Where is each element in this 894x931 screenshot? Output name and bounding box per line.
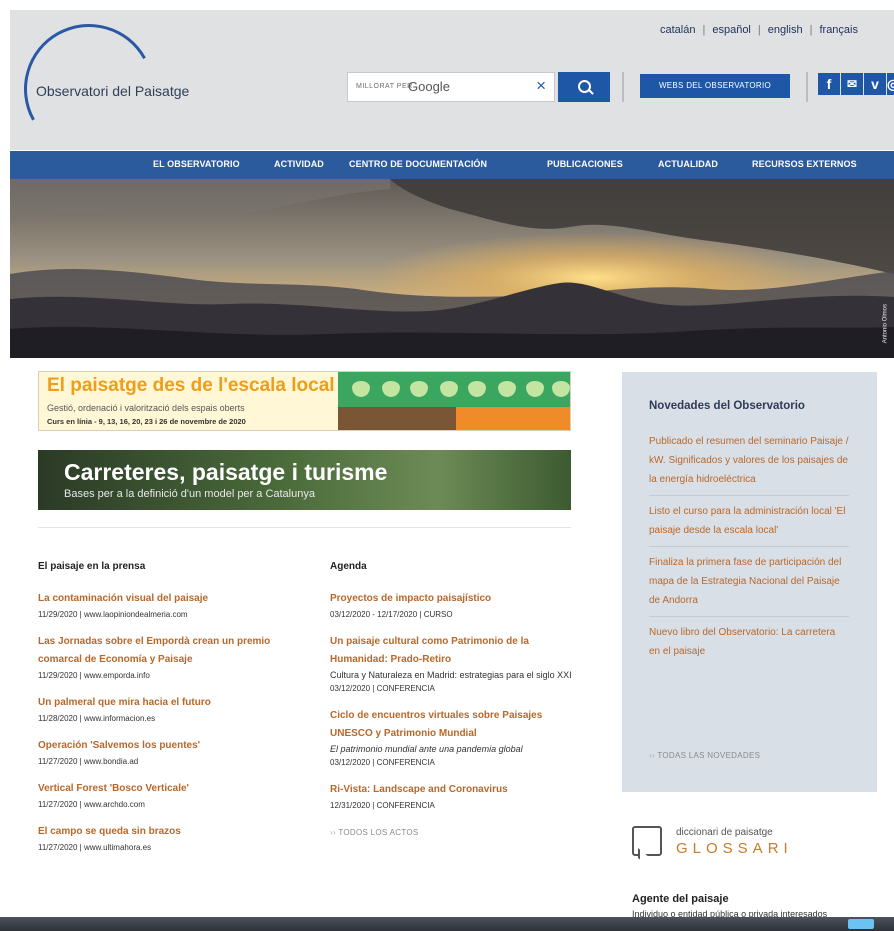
news-list: Publicado el resumen del seminario Paisa… [649,426,849,667]
agenda-item-meta: 03/12/2020 | CONFERENCIA [330,684,435,693]
vimeo-icon[interactable]: v [864,73,886,95]
divider [38,527,571,528]
glossary-caption: diccionari de paisatge [676,827,773,838]
close-icon[interactable]: × [536,76,546,96]
banner-subtitle: Bases per a la definició d'un model per … [64,488,315,500]
all-events-link[interactable]: TODOS LOS ACTOS [330,828,575,837]
lang-catalan[interactable]: catalán [660,24,695,36]
list-item: Proyectos de impacto paisajístico 03/12/… [330,590,575,621]
webs-observatorio-button[interactable]: WEBS DEL OBSERVATORIO [640,74,790,98]
search-button[interactable] [558,72,610,102]
list-item: Ciclo de encuentros virtuales sobre Pais… [330,707,575,769]
list-item: Las Jornadas sobre el Empordà crean un p… [38,633,273,682]
instagram-icon[interactable]: ◎ [887,73,894,95]
news-sidebar: Novedades del Observatorio Publicado el … [622,372,877,792]
list-item: Un paisaje cultural como Patrimonio de l… [330,633,575,695]
news-item[interactable]: Listo el curso para la administración lo… [649,496,849,547]
site-header: Observatori del Paisatge catalán | español… [8,8,894,170]
scroll-thumb[interactable] [848,919,874,929]
press-item-meta: 11/29/2020 | www.laopiniondealmeria.com [38,610,188,619]
all-news-link[interactable]: TODAS LAS NOVEDADES [649,751,760,760]
sidebar-title: Novedades del Observatorio [649,400,805,412]
agenda-item-meta: 12/31/2020 | CONFERENCIA [330,801,435,810]
press-item-title[interactable]: La contaminación visual del paisaje [38,590,273,608]
news-item[interactable]: Finaliza la primera fase de participació… [649,547,849,617]
nav-recursos-externos[interactable]: RECURSOS EXTERNOS [752,159,857,169]
banner-carreteres[interactable]: Carreteres, paisatge i turisme Bases per… [38,450,571,510]
glossary-term-title[interactable]: Agente del paisaje [632,893,729,905]
banner-subtitle: Gestió, ordenació i valorització dels es… [47,403,245,413]
press-item-title[interactable]: Un palmeral que mira hacia el futuro [38,694,273,712]
list-item: Ri-Vista: Landscape and Coronavirus 12/3… [330,781,575,812]
agenda-item-title[interactable]: Un paisaje cultural como Patrimonio de l… [330,633,575,669]
press-item-meta: 11/27/2020 | www.archdo.com [38,800,145,809]
divider [622,72,624,102]
list-item: El campo se queda sin brazos 11/27/2020 … [38,823,273,854]
lang-francais[interactable]: français [819,24,858,36]
agenda-item-desc: El patrimonio mundial ante una pandemia … [330,744,523,754]
nav-el-observatorio[interactable]: EL OBSERVATORIO [153,159,240,169]
glossary-link[interactable]: diccionari de paisatge GLOSSARI [632,823,882,869]
speech-bubble-icon [632,826,662,856]
agenda-item-title[interactable]: Proyectos de impacto paisajístico [330,590,575,608]
language-selector: catalán | español | english | français [660,24,858,36]
section-title: El paisaje en la prensa [38,561,146,572]
banner-dates: Curs en línia - 9, 13, 16, 20, 23 i 26 d… [47,417,246,426]
agenda-item-title[interactable]: Ciclo de encuentros virtuales sobre Pais… [330,707,575,743]
divider [806,72,808,102]
banner-illustration [338,372,570,430]
agenda-item-meta: 03/12/2020 | CONFERENCIA [330,758,435,767]
press-item-title[interactable]: Operación 'Salvemos los puentes' [38,737,273,755]
email-icon[interactable]: ✉ [841,73,863,95]
nav-actualidad[interactable]: ACTUALIDAD [658,159,718,169]
press-item-title[interactable]: Vertical Forest 'Bosco Verticale' [38,780,273,798]
news-item[interactable]: Nuevo libro del Observatorio: La carrete… [649,617,849,667]
banner-escala-local[interactable]: El paisatge des de l'escala local Gestió… [38,371,571,431]
mountain-landscape-image [10,179,894,358]
press-item-meta: 11/27/2020 | www.bondia.ad [38,757,139,766]
agenda-item-title[interactable]: Ri-Vista: Landscape and Coronavirus [330,781,575,799]
press-section: El paisaje en la prensa La contaminación… [38,561,273,866]
facebook-icon[interactable]: f [818,73,840,95]
lang-english[interactable]: english [768,24,803,36]
press-item-title[interactable]: El campo se queda sin brazos [38,823,273,841]
glossary-title: GLOSSARI [676,840,793,857]
list-item: Operación 'Salvemos los puentes' 11/27/2… [38,737,273,768]
search-prefix: MILLORAT PER [356,83,413,90]
search-input[interactable]: MILLORAT PER Google × [347,72,555,102]
list-item: Vertical Forest 'Bosco Verticale' 11/27/… [38,780,273,811]
nav-centro-documentacion[interactable]: CENTRO DE DOCUMENTACIÓN [349,159,487,169]
press-item-meta: 11/29/2020 | www.emporda.info [38,671,150,680]
list-item: La contaminación visual del paisaje 11/2… [38,590,273,621]
main-nav: EL OBSERVATORIO ACTIVIDAD CENTRO DE DOCU… [10,151,894,179]
hero-image: Antonio Olmos [10,179,894,358]
site-logo[interactable]: Observatori del Paisatge [36,83,189,99]
press-item-meta: 11/27/2020 | www.ultimahora.es [38,843,152,852]
banner-title: El paisatge des de l'escala local [47,375,335,396]
list-item: Un palmeral que mira hacia el futuro 11/… [38,694,273,725]
press-item-meta: 11/28/2020 | www.informacion.es [38,714,156,723]
nav-publicaciones[interactable]: PUBLICACIONES [547,159,623,169]
banner-title: Carreteres, paisatge i turisme [64,459,388,485]
nav-actividad[interactable]: ACTIVIDAD [274,159,324,169]
agenda-item-meta: 03/12/2020 - 12/17/2020 | CURSO [330,610,453,619]
search-engine-label: Google [408,79,450,94]
photo-credit: Antonio Olmos [882,304,888,344]
section-title: Agenda [330,561,367,572]
news-item[interactable]: Publicado el resumen del seminario Paisa… [649,426,849,496]
lang-espanol[interactable]: español [712,24,751,36]
browser-status-bar [0,917,894,931]
agenda-section: Agenda Proyectos de impacto paisajístico… [330,561,575,837]
press-item-title[interactable]: Las Jornadas sobre el Empordà crean un p… [38,633,273,669]
agenda-item-desc: Cultura y Naturaleza en Madrid: estrateg… [330,670,572,680]
